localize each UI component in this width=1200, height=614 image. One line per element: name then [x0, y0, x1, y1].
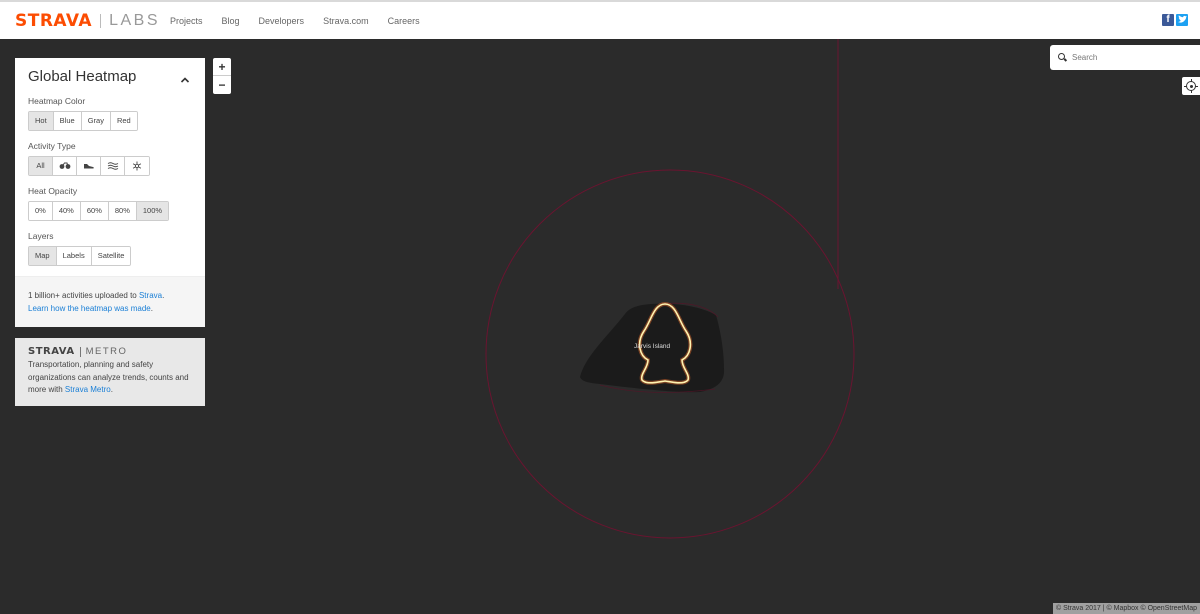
activity-run-button[interactable]	[77, 157, 101, 175]
locate-me-button[interactable]	[1182, 77, 1200, 95]
opacity-0-button[interactable]: 0%	[29, 202, 53, 220]
footer-period-2: .	[150, 304, 153, 313]
color-red-button[interactable]: Red	[110, 112, 137, 130]
color-blue-button[interactable]: Blue	[53, 112, 82, 130]
chevron-up-icon[interactable]	[180, 72, 190, 83]
color-gray-button[interactable]: Gray	[81, 112, 111, 130]
nav-developers[interactable]: Developers	[259, 15, 305, 27]
search-box	[1050, 45, 1200, 70]
top-navbar: STRAVA LABS Projects Blog Developers Str…	[0, 0, 1200, 39]
activity-water-button[interactable]	[101, 157, 125, 175]
main-nav: Projects Blog Developers Strava.com Care…	[170, 15, 439, 27]
metro-period: .	[110, 385, 113, 394]
activities-text: 1 billion+ activities uploaded to	[28, 291, 139, 300]
layer-satellite-button[interactable]: Satellite	[91, 247, 131, 265]
island-label: Jarvis Island	[634, 343, 671, 350]
social-links: f	[1162, 14, 1188, 26]
activity-type-label: Activity Type	[28, 141, 76, 151]
water-icon	[107, 162, 118, 171]
strava-metro-promo: STRAVA METRO Transportation, planning an…	[15, 338, 205, 406]
map-attribution[interactable]: © Strava 2017 | © Mapbox © OpenStreetMap	[1052, 603, 1200, 614]
logo-divider	[100, 14, 102, 28]
zoom-control: + −	[213, 58, 231, 94]
metro-strava-text: STRAVA	[28, 346, 75, 357]
heat-opacity-label: Heat Opacity	[28, 186, 78, 196]
bike-icon	[59, 162, 70, 170]
strava-link[interactable]: Strava	[139, 291, 162, 300]
panel-footer: 1 billion+ activities uploaded to Strava…	[15, 276, 205, 327]
run-shoe-icon	[83, 164, 94, 169]
crosshair-dot	[1189, 84, 1193, 88]
heat-opacity-group: 0% 40% 60% 80% 100%	[28, 201, 170, 221]
strava-labs-logo[interactable]: STRAVA LABS	[15, 11, 160, 31]
panel-title: Global Heatmap	[28, 68, 137, 85]
logo-labs-text: LABS	[109, 12, 161, 29]
opacity-40-button[interactable]: 40%	[52, 202, 81, 220]
zoom-in-button[interactable]: +	[213, 58, 231, 76]
logo-strava-text: STRAVA	[15, 11, 93, 31]
color-hot-button[interactable]: Hot	[29, 112, 54, 130]
nav-blog[interactable]: Blog	[222, 15, 240, 27]
search-icon	[1058, 53, 1065, 60]
footer-period: .	[162, 291, 165, 300]
metro-divider	[79, 346, 81, 357]
nav-projects[interactable]: Projects	[170, 15, 203, 27]
activity-type-group: All	[28, 156, 150, 176]
layers-group: Map Labels Satellite	[28, 246, 132, 266]
activity-winter-button[interactable]	[125, 157, 149, 175]
nav-careers[interactable]: Careers	[388, 15, 420, 27]
activity-ride-button[interactable]	[53, 157, 77, 175]
facebook-icon[interactable]: f	[1162, 14, 1174, 26]
activity-all-button[interactable]: All	[29, 157, 53, 175]
metro-description: Transportation, planning and safety orga…	[28, 359, 192, 397]
strava-metro-logo[interactable]: STRAVA METRO	[28, 346, 192, 357]
opacity-100-button[interactable]: 100%	[136, 202, 169, 220]
nav-strava-com[interactable]: Strava.com	[323, 15, 369, 27]
opacity-80-button[interactable]: 80%	[108, 202, 137, 220]
snowflake-icon	[132, 161, 142, 171]
search-input[interactable]	[1072, 50, 1192, 65]
opacity-60-button[interactable]: 60%	[80, 202, 109, 220]
layer-map-button[interactable]: Map	[29, 247, 57, 265]
heatmap-color-group: Hot Blue Gray Red	[28, 111, 138, 131]
strava-metro-link[interactable]: Strava Metro	[65, 385, 111, 394]
learn-heatmap-link[interactable]: Learn how the heatmap was made	[28, 304, 151, 313]
layer-labels-button[interactable]: Labels	[56, 247, 92, 265]
zoom-out-button[interactable]: −	[213, 76, 231, 94]
twitter-icon[interactable]	[1176, 14, 1188, 26]
metro-word-text: METRO	[85, 346, 128, 357]
heatmap-panel: Global Heatmap Heatmap Color Hot Blue Gr…	[15, 58, 205, 327]
heatmap-color-label: Heatmap Color	[28, 96, 86, 106]
layers-label: Layers	[28, 231, 54, 241]
